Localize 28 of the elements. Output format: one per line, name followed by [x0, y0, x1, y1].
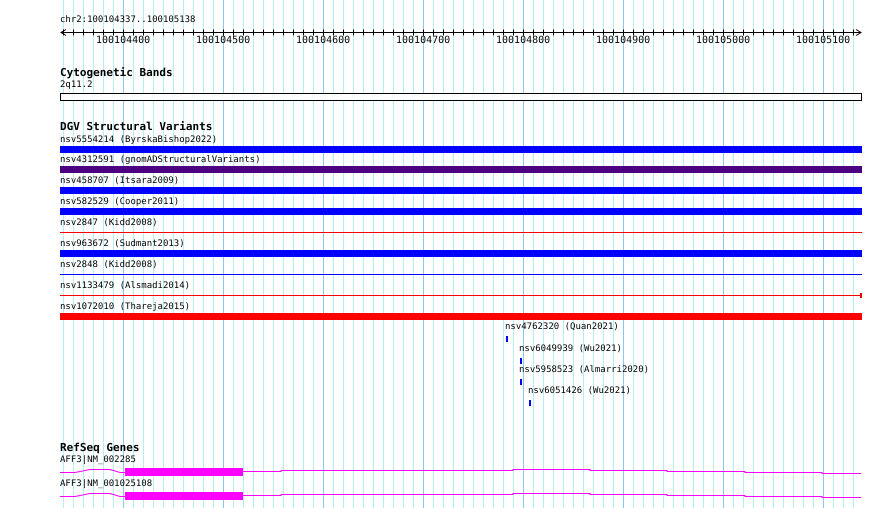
variant-label: nsv2847 (Kidd2008): [60, 218, 158, 229]
track-title: Cytogenetic Bands: [60, 67, 173, 79]
track-title: RefSeq Genes: [60, 442, 140, 454]
scale-label: 100104900: [596, 35, 650, 46]
scale-label: 100104400: [96, 35, 150, 46]
variant-label: nsv458707 (Itsara2009): [60, 176, 180, 187]
scale-label: 100105000: [696, 35, 750, 46]
variant-label: nsv5554214 (ByrskaBishop2022): [60, 135, 218, 146]
scale-label: 100104600: [296, 35, 350, 46]
scale-label: 100105100: [796, 35, 850, 46]
variant-label: nsv6051426 (Wu2021): [528, 386, 631, 397]
band-label: 2q11.2: [60, 80, 93, 91]
track-title: DGV Structural Variants: [60, 121, 212, 133]
variant-label: nsv5958523 (Almarri2020): [519, 365, 650, 376]
scale-label: 100104500: [196, 35, 250, 46]
variant-label: nsv2848 (Kidd2008): [60, 260, 158, 271]
variant-label: nsv963672 (Sudmant2013): [60, 239, 185, 250]
location-label: chr2:100104337..100105138: [60, 15, 196, 26]
variant-label: nsv4312591 (gnomADStructuralVariants): [60, 155, 260, 166]
variant-label: nsv1133479 (Alsmadi2014): [60, 281, 190, 292]
variant-label: nsv6049939 (Wu2021): [519, 344, 622, 355]
gene-label: AFF3|NM_001025108: [60, 479, 152, 490]
scale-label: 100104700: [396, 35, 450, 46]
gene-label: AFF3|NM_002285: [60, 455, 136, 466]
scale-label: 100104800: [496, 35, 550, 46]
variant-label: nsv4762320 (Quan2021): [505, 322, 619, 333]
variant-label: nsv1072010 (Thareja2015): [60, 302, 190, 313]
variant-label: nsv582529 (Cooper2011): [60, 197, 180, 208]
